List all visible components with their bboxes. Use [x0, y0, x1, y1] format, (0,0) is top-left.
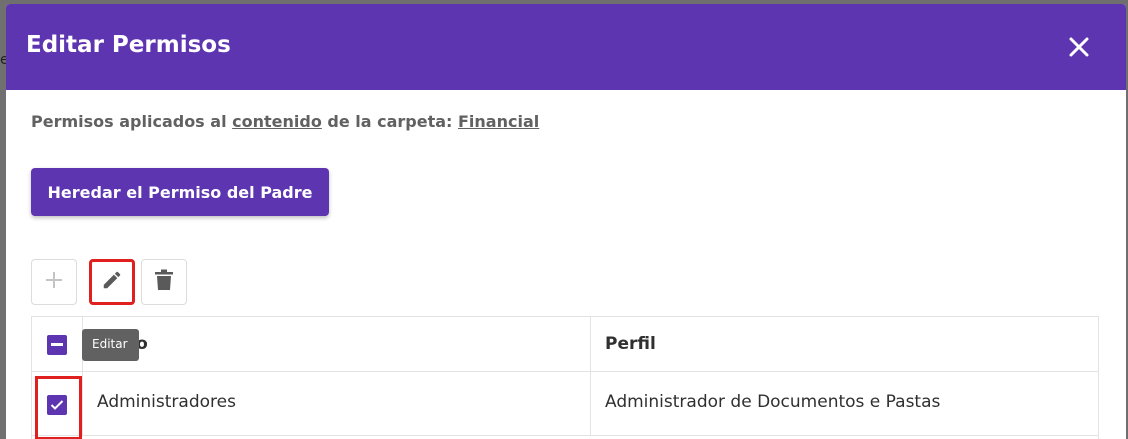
column-divider: [82, 372, 83, 435]
folder-link[interactable]: Financial: [458, 112, 539, 131]
close-icon[interactable]: [1068, 36, 1090, 58]
dialog-title: Editar Permisos: [26, 32, 231, 58]
pencil-icon: [101, 269, 123, 295]
table-header-row: po Perfil: [32, 317, 1098, 372]
column-header-perfil[interactable]: Perfil: [605, 334, 656, 354]
edit-permissions-dialog: Editar Permisos Permisos aplicados al co…: [6, 4, 1126, 439]
inherit-parent-permission-button[interactable]: Heredar el Permiso del Padre: [31, 168, 329, 216]
edit-button[interactable]: [89, 259, 135, 305]
column-divider: [590, 317, 591, 371]
trash-icon: [154, 269, 174, 295]
content-link[interactable]: contenido: [232, 112, 322, 131]
permissions-table: po Perfil Administradores Administrador …: [31, 316, 1099, 439]
select-all-checkbox[interactable]: [47, 335, 67, 355]
table-row[interactable]: Administradores Administrador de Documen…: [32, 372, 1098, 439]
column-divider: [590, 372, 591, 435]
subtitle-middle: de la carpeta:: [321, 112, 458, 131]
permissions-subtitle: Permisos aplicados al contenido de la ca…: [31, 112, 539, 131]
subtitle-prefix: Permisos aplicados al: [31, 112, 233, 131]
delete-button[interactable]: [141, 259, 187, 305]
row-checkbox[interactable]: [47, 395, 67, 415]
dialog-header: Editar Permisos: [6, 4, 1126, 90]
add-button[interactable]: [31, 259, 77, 305]
edit-tooltip: Editar: [82, 329, 139, 361]
cell-perfil: Administrador de Documentos e Pastas: [605, 392, 941, 412]
cell-grupo: Administradores: [97, 392, 236, 412]
plus-icon: [44, 270, 64, 294]
